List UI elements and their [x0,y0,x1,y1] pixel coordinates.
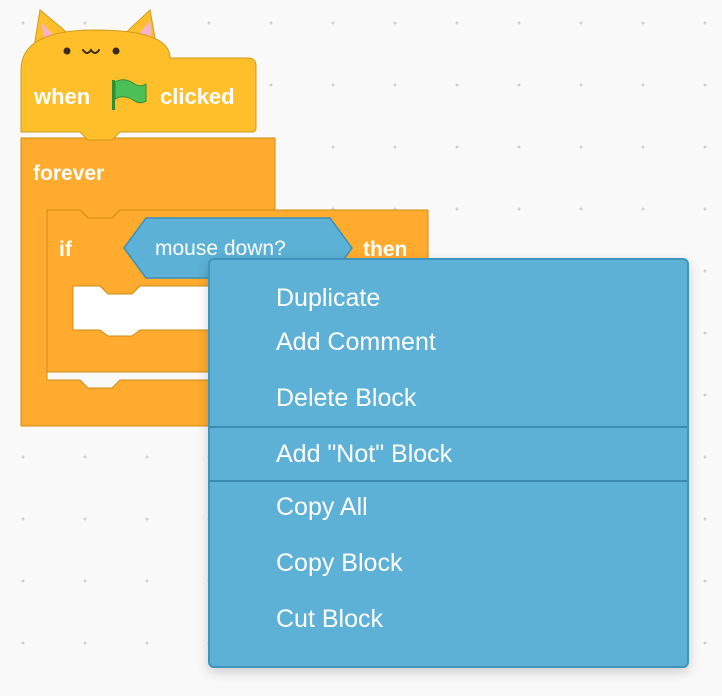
menu-item-cut-block[interactable]: Cut Block [210,594,687,650]
hat-label-when: when [34,84,91,109]
menu-item-copy-block[interactable]: Copy Block [210,538,687,594]
menu-item-delete-block[interactable]: Delete Block [210,370,687,426]
menu-item-add-comment[interactable]: Add Comment [210,314,687,370]
if-label: if [59,238,72,261]
menu-item-duplicate[interactable]: Duplicate [210,260,687,314]
context-menu: Duplicate Add Comment Delete Block Add "… [208,258,689,668]
empty-substack-slot[interactable] [72,285,215,337]
menu-item-add-not-block[interactable]: Add "Not" Block [210,426,687,482]
forever-label: forever [33,162,105,185]
menu-item-copy-all[interactable]: Copy All [210,482,687,538]
cat-eye-left [63,47,71,55]
hat-label-clicked: clicked [160,84,235,109]
cat-eye-right [112,47,120,55]
